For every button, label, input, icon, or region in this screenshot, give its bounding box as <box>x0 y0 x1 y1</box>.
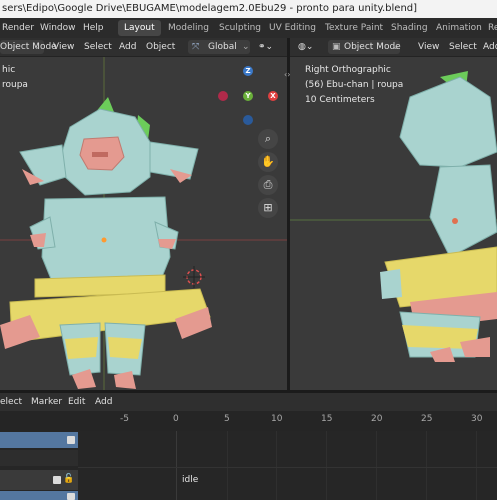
track-checkbox[interactable] <box>53 476 61 484</box>
lock-icon[interactable]: 🔓 <box>63 474 74 484</box>
frame-gridline <box>227 431 228 500</box>
left-3d-viewport[interactable]: hic roupa Z Y X ⌕ ✋ ⎙ ⊞ <box>0 57 287 390</box>
frame-tick: -5 <box>120 414 129 424</box>
zoom-icon[interactable]: ⌕ <box>258 129 278 149</box>
tab-sculpting[interactable]: Sculpting <box>213 20 267 36</box>
tab-uv-editing[interactable]: UV Editing <box>263 20 322 36</box>
right-viewport-header: ◍⌄ ▣ Object Mode ⌄ View Select Add <box>290 38 497 57</box>
gizmo-neg-z-axis[interactable] <box>243 115 253 125</box>
tab-layout[interactable]: Layout <box>118 20 161 36</box>
track-channel[interactable] <box>0 491 78 500</box>
tab-overflow[interactable]: Re <box>482 20 497 36</box>
right-select-menu[interactable]: Select <box>449 40 477 54</box>
frame-tick: 15 <box>321 414 333 424</box>
action-name: idle <box>182 475 199 485</box>
menu-help[interactable]: Help <box>83 18 104 38</box>
frame-tick: 0 <box>173 414 179 424</box>
frame-tick: 30 <box>471 414 483 424</box>
frame-tick: 10 <box>271 414 283 424</box>
chevron-down-icon: ⌄ <box>242 42 250 52</box>
timeline-edit-menu[interactable]: Edit <box>68 395 85 409</box>
camera-icon[interactable]: ⎙ <box>258 175 278 195</box>
window-title: sers\Edipo\Google Drive\EBUGAME\modelage… <box>2 3 418 14</box>
gizmo-y-axis[interactable]: Y <box>243 91 253 101</box>
menu-window[interactable]: Window <box>40 18 76 38</box>
left-object-menu[interactable]: Object <box>146 40 175 54</box>
origin-dot <box>101 237 107 243</box>
editor-type-icon[interactable]: ◍⌄ <box>298 40 313 54</box>
chevron-down-icon: ⌄ <box>392 42 400 52</box>
frame-gridline <box>326 431 327 500</box>
grid-icon[interactable]: ⊞ <box>258 198 278 218</box>
frame-tick: 5 <box>224 414 230 424</box>
orientation-label: Global <box>208 42 237 52</box>
track-checkbox[interactable] <box>67 493 75 500</box>
frame-gridline <box>276 431 277 500</box>
timeline-add-menu[interactable]: Add <box>95 395 112 409</box>
object-mode-icon: ▣ <box>332 42 341 52</box>
3d-cursor <box>183 266 205 288</box>
hand-pan-icon[interactable]: ✋ <box>258 152 278 172</box>
gizmo-x-axis[interactable]: X <box>268 91 278 101</box>
frame-gridline <box>376 431 377 500</box>
window-title-bar: sers\Edipo\Google Drive\EBUGAME\modelage… <box>0 0 497 18</box>
row-divider <box>78 467 497 468</box>
gizmo-neg-x-axis[interactable] <box>218 91 228 101</box>
pivot-icon[interactable]: ⚭⌄ <box>258 40 273 54</box>
right-3d-viewport[interactable]: Right Orthographic (56) Ebu-chan | roupa… <box>290 57 497 390</box>
frame-gridline <box>426 431 427 500</box>
timeline-header: elect Marker Edit Add <box>0 393 497 411</box>
frame-zero-line <box>176 431 177 500</box>
top-menu-bar: Render Window Help Layout Modeling Sculp… <box>0 18 497 39</box>
left-mode-label: Object Mode <box>0 42 57 52</box>
track-checkbox[interactable] <box>67 436 75 444</box>
tab-modeling[interactable]: Modeling <box>162 20 215 36</box>
track-channel[interactable] <box>0 432 78 448</box>
track-channel[interactable] <box>0 450 78 466</box>
character-model-side <box>380 71 497 362</box>
frame-gridline <box>476 431 477 500</box>
right-scene-drawing <box>290 71 497 362</box>
left-scene-drawing <box>0 57 287 390</box>
timeline-select-menu[interactable]: elect <box>0 395 22 409</box>
right-view-menu[interactable]: View <box>418 40 439 54</box>
left-add-menu[interactable]: Add <box>119 40 136 54</box>
menu-render[interactable]: Render <box>2 18 34 38</box>
tab-animation[interactable]: Animation <box>430 20 488 36</box>
left-viewport-header: Object Mode ⌄ View Select Add Object ⤧ G… <box>0 38 287 57</box>
left-view-menu[interactable]: View <box>53 40 74 54</box>
tab-shading[interactable]: Shading <box>385 20 434 36</box>
chevron-down-icon: ⌄ <box>33 42 41 52</box>
tab-texture-paint[interactable]: Texture Paint <box>319 20 389 36</box>
action-track-row[interactable]: 🔓 <box>0 470 78 490</box>
frame-tick: 25 <box>421 414 433 424</box>
timeline-marker-menu[interactable]: Marker <box>31 395 62 409</box>
frame-ruler[interactable]: -5 0 5 10 15 20 25 30 <box>0 411 497 431</box>
left-select-menu[interactable]: Select <box>84 40 112 54</box>
frame-tick: 20 <box>371 414 383 424</box>
right-add-menu[interactable]: Add <box>483 40 497 54</box>
character-model-front <box>0 97 212 389</box>
orientation-icon: ⤧ <box>192 42 200 52</box>
gizmo-z-axis[interactable]: Z <box>243 66 253 76</box>
